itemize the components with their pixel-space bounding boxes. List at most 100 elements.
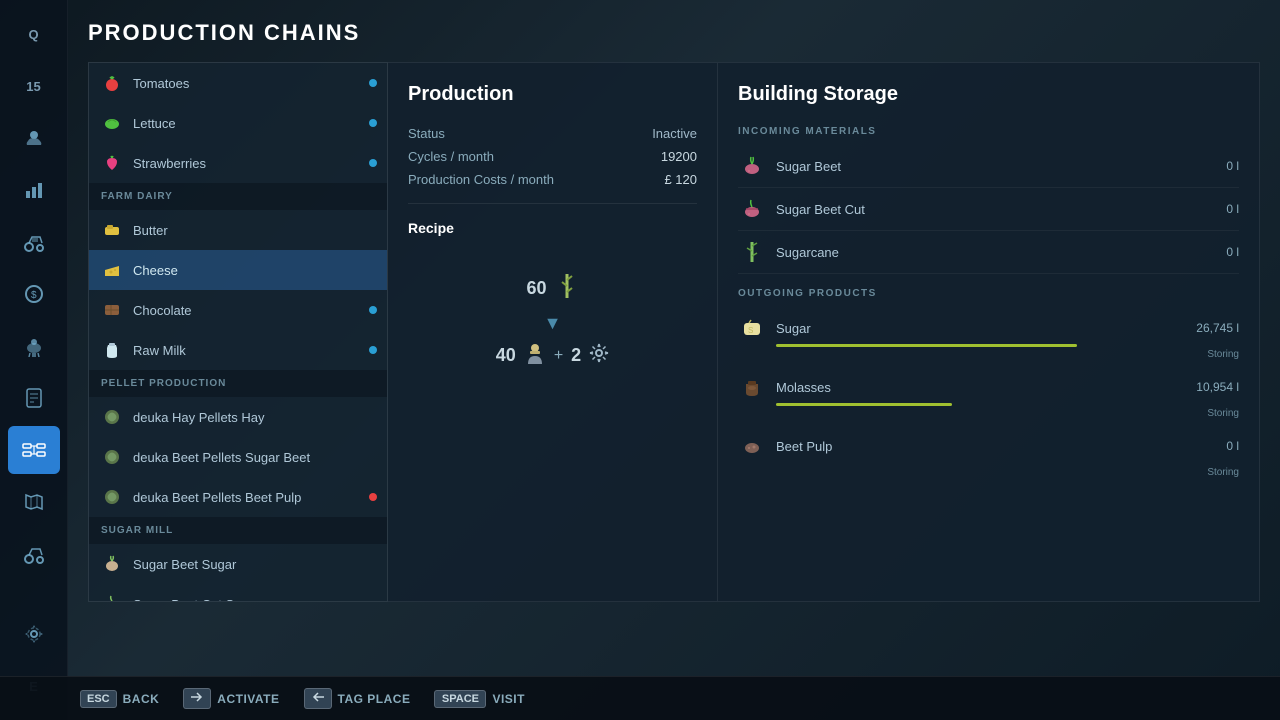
item-label: Raw Milk bbox=[133, 343, 186, 358]
active-dot bbox=[369, 159, 377, 167]
tag-label: TAG PLACE bbox=[338, 692, 411, 706]
sugar-row: S Sugar 26,745 l bbox=[738, 307, 1239, 344]
sugar-beet-cut-amount: 0 l bbox=[1189, 202, 1239, 216]
item-label: Lettuce bbox=[133, 116, 176, 131]
sidebar-item-animals[interactable] bbox=[8, 322, 60, 370]
beet-pulp-bar-container: Storing bbox=[738, 462, 1239, 478]
sugar-amount: 26,745 l bbox=[1189, 321, 1239, 335]
divider bbox=[408, 203, 697, 204]
error-dot bbox=[369, 493, 377, 501]
list-item-strawberries[interactable]: Strawberries bbox=[89, 143, 387, 183]
sidebar-item-15[interactable]: 15 bbox=[8, 62, 60, 110]
status-value: Inactive bbox=[652, 126, 697, 141]
action-visit[interactable]: SPACE VISIT bbox=[434, 690, 525, 708]
list-item-lettuce[interactable]: Lettuce bbox=[89, 103, 387, 143]
action-activate[interactable]: ACTIVATE bbox=[183, 688, 279, 709]
list-item-beet-pellets-pulp[interactable]: deuka Beet Pellets Beet Pulp bbox=[89, 477, 387, 517]
butter-icon bbox=[101, 219, 123, 241]
storage-item-sugar: S Sugar 26,745 l Storing bbox=[738, 307, 1239, 360]
action-tag-place[interactable]: TAG PLACE bbox=[304, 688, 411, 709]
action-back[interactable]: ESC BACK bbox=[80, 690, 159, 708]
sugarcane-recipe-icon bbox=[555, 272, 579, 305]
item-label: Cheese bbox=[133, 263, 178, 278]
sidebar-item-journal[interactable] bbox=[8, 374, 60, 422]
svg-text:$: $ bbox=[31, 290, 37, 301]
section-header-sugar-mill: SUGAR MILL bbox=[89, 517, 387, 544]
list-item-beet-pellets-sugar[interactable]: deuka Beet Pellets Sugar Beet bbox=[89, 437, 387, 477]
costs-value: £ 120 bbox=[664, 172, 697, 187]
sugar-bar-container: Storing bbox=[738, 344, 1239, 360]
stat-cycles: Cycles / month 19200 bbox=[408, 149, 697, 164]
sugar-beet-icon bbox=[738, 152, 766, 180]
beet-pellet-pulp-icon bbox=[101, 486, 123, 508]
item-label: Sugar Beet Cut Sugar bbox=[133, 597, 260, 603]
sugar-bar bbox=[776, 344, 1077, 347]
item-label: deuka Hay Pellets Hay bbox=[133, 410, 265, 425]
cycles-label: Cycles / month bbox=[408, 149, 494, 164]
stat-status: Status Inactive bbox=[408, 126, 697, 141]
sidebar-item-weather[interactable] bbox=[8, 114, 60, 162]
sidebar-item-tractor[interactable] bbox=[8, 218, 60, 266]
building-storage-panel: Building Storage INCOMING MATERIALS Suga… bbox=[718, 62, 1260, 602]
list-item-sugar-beet-cut-sugar[interactable]: Sugar Beet Cut Sugar bbox=[89, 584, 387, 602]
storage-item-molasses: Molasses 10,954 l Storing bbox=[738, 366, 1239, 419]
list-item-raw-milk[interactable]: Raw Milk bbox=[89, 330, 387, 370]
active-dot bbox=[369, 119, 377, 127]
tomato-icon bbox=[101, 72, 123, 94]
sugar-beet-label: Sugar Beet bbox=[776, 159, 1189, 174]
sugar-beet-amount: 0 l bbox=[1189, 159, 1239, 173]
sugar-beet-cut-sugar-icon bbox=[101, 593, 123, 602]
recipe-input: 60 bbox=[526, 272, 578, 305]
molasses-bar-container: Storing bbox=[738, 403, 1239, 419]
sidebar-item-stats[interactable] bbox=[8, 166, 60, 214]
active-dot bbox=[369, 306, 377, 314]
sugarcane-amount: 0 l bbox=[1189, 245, 1239, 259]
milk-icon bbox=[101, 339, 123, 361]
space-key: SPACE bbox=[434, 690, 486, 708]
beet-pellet-sugar-icon bbox=[101, 446, 123, 468]
sidebar-item-q[interactable]: Q bbox=[8, 10, 60, 58]
sidebar-item-chains[interactable] bbox=[8, 426, 60, 474]
beet-pulp-amount: 0 l bbox=[1189, 439, 1239, 453]
recipe-plus: + bbox=[554, 347, 563, 365]
active-dot bbox=[369, 346, 377, 354]
bottom-bar: ESC BACK ACTIVATE TAG PLACE SPACE VISIT bbox=[0, 676, 1280, 720]
item-label: Chocolate bbox=[133, 303, 192, 318]
recipe-visual: 60 ▼ 40 bbox=[408, 252, 697, 389]
hay-pellet-icon bbox=[101, 406, 123, 428]
molasses-bar bbox=[776, 403, 952, 406]
molasses-row: Molasses 10,954 l bbox=[738, 366, 1239, 403]
main-content: PRODUCTION CHAINS Tomatoes bbox=[68, 0, 1280, 720]
status-label: Status bbox=[408, 126, 445, 141]
sidebar-item-settings[interactable] bbox=[8, 610, 60, 658]
cheese-icon bbox=[101, 259, 123, 281]
sugarcane-label: Sugarcane bbox=[776, 245, 1189, 260]
sugar-beet-sugar-icon bbox=[101, 553, 123, 575]
list-item-cheese[interactable]: Cheese bbox=[89, 250, 387, 290]
sugar-icon: S bbox=[738, 314, 766, 342]
activate-key bbox=[183, 688, 211, 709]
item-label: deuka Beet Pellets Sugar Beet bbox=[133, 450, 310, 465]
sidebar-item-map[interactable] bbox=[8, 478, 60, 526]
building-storage-title: Building Storage bbox=[738, 83, 1239, 106]
list-item-chocolate[interactable]: Chocolate bbox=[89, 290, 387, 330]
esc-key: ESC bbox=[80, 690, 117, 708]
sugar-status: Storing bbox=[776, 349, 1239, 360]
item-label: Butter bbox=[133, 223, 168, 238]
recipe-output-amount1: 40 bbox=[496, 345, 516, 366]
item-label: Tomatoes bbox=[133, 76, 189, 91]
list-item-tomatoes[interactable]: Tomatoes bbox=[89, 63, 387, 103]
sidebar-item-money[interactable]: $ bbox=[8, 270, 60, 318]
sidebar: Q 15 $ bbox=[0, 0, 68, 720]
production-title: Production bbox=[408, 83, 697, 106]
gear-recipe-icon bbox=[589, 343, 609, 368]
list-item-hay-pellets[interactable]: deuka Hay Pellets Hay bbox=[89, 397, 387, 437]
production-panel: Production Status Inactive Cycles / mont… bbox=[388, 62, 718, 602]
list-item-sugar-beet-sugar[interactable]: Sugar Beet Sugar bbox=[89, 544, 387, 584]
activate-label: ACTIVATE bbox=[217, 692, 279, 706]
molasses-status: Storing bbox=[776, 408, 1239, 419]
list-item-butter[interactable]: Butter bbox=[89, 210, 387, 250]
sidebar-item-tractor2[interactable] bbox=[8, 530, 60, 578]
sugar-beet-cut-label: Sugar Beet Cut bbox=[776, 202, 1189, 217]
recipe-arrow-down: ▼ bbox=[544, 313, 562, 334]
